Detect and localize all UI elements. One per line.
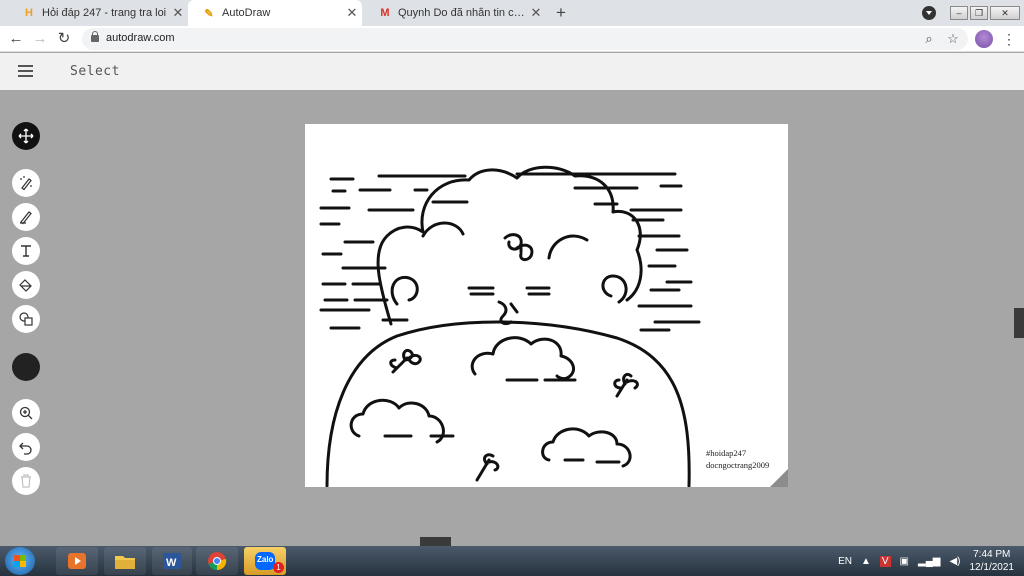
- new-tab-button[interactable]: +: [552, 4, 570, 22]
- tab-gmail[interactable]: M Quynh Do đã nhắn tin cho bạn - ✕: [364, 0, 546, 26]
- vertical-scrollbar[interactable]: [1014, 308, 1024, 338]
- show-hidden-icons-icon[interactable]: ▲: [861, 556, 871, 567]
- mode-label: Select: [70, 64, 120, 79]
- clock-date: 12/1/2021: [969, 562, 1015, 573]
- move-arrows-icon[interactable]: [12, 122, 40, 150]
- shapes-icon[interactable]: [12, 305, 40, 333]
- paint-bucket-icon[interactable]: [12, 271, 40, 299]
- browser-toolbar: ← → ↻ autodraw.com ⌕ ☆ ⋮: [0, 26, 1024, 52]
- clock[interactable]: 7:44 PM 12/1/2021: [970, 548, 1015, 574]
- svg-text:W: W: [166, 557, 177, 569]
- url-text[interactable]: autodraw.com: [106, 32, 174, 44]
- file-explorer-icon[interactable]: [104, 547, 146, 575]
- system-tray: EN ▲ V ▣ ▂▄▆ ◀) 7:44 PM 12/1/2021: [838, 546, 1024, 576]
- text-icon[interactable]: [12, 237, 40, 265]
- bookmark-star-icon[interactable]: ☆: [944, 30, 962, 48]
- zoom-in-icon[interactable]: [12, 399, 40, 427]
- close-tab-icon[interactable]: ✕: [168, 5, 188, 21]
- gmail-favicon-icon: M: [380, 7, 390, 19]
- tab-title: AutoDraw: [222, 7, 271, 19]
- watermark-line-2: docngoctrang2009: [706, 460, 770, 470]
- reload-icon[interactable]: ↻: [54, 29, 74, 49]
- chrome-icon[interactable]: [196, 547, 238, 575]
- media-player-icon[interactable]: [56, 547, 98, 575]
- zalo-label: Zalo: [257, 555, 274, 564]
- autodraw-header: Select: [0, 53, 1024, 90]
- tab-search-icon[interactable]: [922, 6, 936, 20]
- hamburger-menu-icon[interactable]: [18, 65, 33, 77]
- tab-autodraw[interactable]: ✎ AutoDraw ✕: [188, 0, 362, 26]
- lock-icon[interactable]: [91, 31, 99, 42]
- network-adapter-icon[interactable]: ▣: [900, 556, 909, 567]
- close-tab-icon[interactable]: ✕: [526, 5, 546, 21]
- zalo-notification-badge: 1: [273, 562, 284, 573]
- zalo-icon[interactable]: Zalo 1: [244, 547, 286, 575]
- sheep-drawing: [319, 165, 701, 487]
- forward-arrow-icon[interactable]: →: [30, 29, 50, 49]
- autodraw-pen-icon[interactable]: [12, 169, 40, 197]
- browser-tab-strip: H Hỏi đáp 247 - trang tra loi ✕ ✎ AutoDr…: [0, 0, 1024, 26]
- canvas-resize-handle[interactable]: [770, 469, 788, 487]
- hoidap-favicon-icon: H: [25, 7, 33, 19]
- tab-hoidap247[interactable]: H Hỏi đáp 247 - trang tra loi ✕: [8, 0, 188, 26]
- tab-title: Hỏi đáp 247 - trang tra loi: [42, 7, 167, 19]
- pencil-icon[interactable]: [12, 203, 40, 231]
- volume-icon[interactable]: ◀): [949, 556, 960, 567]
- drawing-canvas[interactable]: #hoidap247 docngoctrang2009: [305, 124, 788, 487]
- profile-avatar[interactable]: [975, 30, 993, 48]
- zoom-icon[interactable]: ⌕: [920, 30, 938, 48]
- start-button[interactable]: [5, 547, 35, 575]
- back-arrow-icon[interactable]: ←: [6, 29, 26, 49]
- trash-icon: [12, 467, 40, 495]
- language-indicator[interactable]: EN: [838, 556, 852, 567]
- signal-icon[interactable]: ▂▄▆: [918, 556, 940, 567]
- windows-taskbar: W Zalo 1 EN ▲ V ▣ ▂▄▆ ◀) 7:44 PM 12/1/20…: [0, 546, 1024, 576]
- autodraw-favicon-icon: ✎: [204, 7, 214, 20]
- close-window-button[interactable]: ✕: [990, 6, 1020, 20]
- close-tab-icon[interactable]: ✕: [342, 5, 362, 21]
- restore-button[interactable]: ❐: [970, 6, 988, 20]
- color-swatch-icon[interactable]: [12, 353, 40, 381]
- word-icon[interactable]: W: [152, 547, 192, 575]
- browser-menu-icon[interactable]: ⋮: [1002, 30, 1016, 48]
- address-bar[interactable]: autodraw.com ⌕ ☆: [82, 28, 968, 50]
- antivirus-icon[interactable]: V: [879, 555, 891, 567]
- minimize-button[interactable]: –: [950, 6, 968, 20]
- tab-title: Quynh Do đã nhắn tin cho bạn -: [398, 7, 526, 19]
- watermark-line-1: #hoidap247: [706, 448, 747, 458]
- window-controls: – ❐ ✕: [922, 0, 1024, 26]
- undo-icon[interactable]: [12, 433, 40, 461]
- horizontal-scrollbar[interactable]: [420, 537, 451, 546]
- clock-time: 7:44 PM: [973, 549, 1011, 560]
